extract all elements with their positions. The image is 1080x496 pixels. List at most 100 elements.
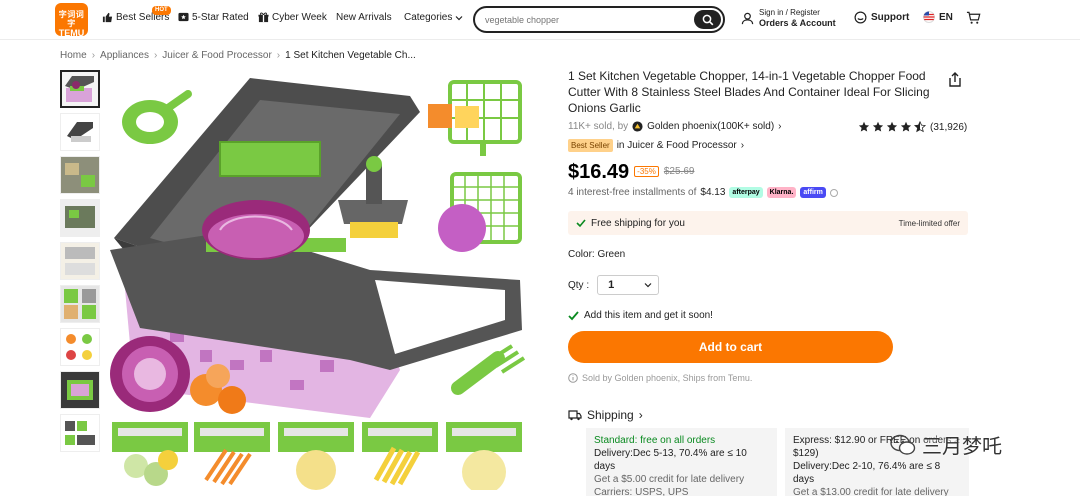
standard-delivery: Delivery:Dec 5-13, 70.4% are ≤ 10 days [594, 448, 747, 472]
best-seller-badge: Best Seller [568, 139, 613, 152]
breadcrumb-separator: › [276, 50, 281, 61]
support-smile-icon [854, 11, 867, 24]
price: $16.49 [568, 161, 630, 183]
sign-in-link[interactable]: Sign in / Register Orders & Account [741, 8, 836, 29]
sold-by-text: Sold by Golden phoenix, Ships from Temu. [582, 373, 753, 383]
chevron-right-icon: › [778, 121, 782, 132]
seller-link[interactable]: Golden phoenix(100K+ sold) [647, 121, 774, 132]
cart-button[interactable] [966, 11, 981, 28]
chevron-down-icon [455, 15, 463, 20]
price-row: $16.49 -35% $25.69 [568, 161, 694, 184]
shipping-header[interactable]: Shipping › [568, 408, 643, 422]
share-button[interactable] [947, 71, 963, 91]
thumbnail-1[interactable] [60, 70, 100, 108]
installments-text: 4 interest-free installments of [568, 187, 697, 198]
breadcrumb: Home › Appliances › Juicer & Food Proces… [60, 50, 416, 61]
breadcrumb-appliances[interactable]: Appliances [100, 50, 149, 61]
thumbs-up-icon [102, 12, 113, 23]
nav-five-star-label: 5-Star Rated [192, 12, 249, 23]
sign-in-label: Sign in / Register [759, 8, 820, 17]
product-title: 1 Set Kitchen Vegetable Chopper, 14-in-1… [568, 69, 930, 115]
quantity-value: 1 [608, 279, 615, 291]
affirm-badge: affirm [800, 187, 826, 198]
logo-text: TEMU [58, 28, 85, 38]
standard-title: Standard: free on all orders [594, 435, 716, 446]
language-label: EN [939, 11, 953, 23]
quantity-label: Qty : [568, 279, 590, 291]
gift-icon [258, 12, 269, 23]
quantity-row: Qty : 1 [568, 275, 660, 295]
sold-count: 11K+ sold, by [568, 121, 629, 132]
breadcrumb-home[interactable]: Home [60, 50, 87, 61]
info-icon[interactable] [829, 188, 838, 197]
language-selector[interactable]: EN [923, 11, 953, 23]
rating-stars-icon [858, 121, 927, 133]
us-flag-icon [923, 11, 935, 23]
nav-cyber-week[interactable]: Cyber Week [258, 12, 327, 23]
watermark: 三月梦吒 [890, 430, 1002, 459]
add-item-message: Add this item and get it soon! [568, 310, 713, 321]
klarna-badge: Klarna. [766, 187, 797, 198]
search-button[interactable] [694, 10, 721, 29]
thumbnail-5[interactable] [60, 242, 100, 280]
shopping-cart-icon [966, 11, 981, 24]
breadcrumb-juicer[interactable]: Juicer & Food Processor [162, 50, 272, 61]
best-seller-row[interactable]: Best Seller in Juicer & Food Processor › [568, 139, 744, 152]
breadcrumb-separator: › [153, 50, 158, 61]
standard-shipping-card[interactable]: Standard: free on all orders Delivery:De… [586, 428, 777, 496]
main-product-image[interactable] [110, 70, 528, 490]
chevron-right-icon: › [638, 408, 643, 422]
discount-badge: -35% [634, 166, 659, 177]
search-bar [473, 6, 725, 33]
star-rated-icon [178, 12, 189, 22]
quantity-select[interactable]: 1 [597, 275, 660, 295]
watermark-text: 三月梦吒 [922, 436, 1002, 458]
free-shipping-banner: Free shipping for you Time-limited offer [568, 211, 968, 235]
chevron-down-icon [644, 283, 652, 288]
add-item-text: Add this item and get it soon! [584, 310, 713, 321]
original-price: $25.69 [663, 166, 695, 177]
nav-five-star[interactable]: 5-Star Rated [178, 12, 249, 23]
hot-badge: HOT [152, 6, 171, 15]
thumbnail-8[interactable] [60, 371, 100, 409]
best-seller-category: in Juicer & Food Processor [616, 140, 737, 151]
truck-icon [568, 409, 582, 420]
thumbnail-6[interactable] [60, 285, 100, 323]
seller-logo-icon [632, 121, 643, 132]
check-icon [576, 219, 586, 228]
breadcrumb-separator: › [91, 50, 96, 61]
dicer-grid-attachment [438, 172, 522, 252]
sold-by-row: Sold by Golden phoenix, Ships from Temu. [568, 373, 752, 383]
thumbnail-strip [60, 70, 101, 457]
free-shipping-text: Free shipping for you [591, 217, 685, 229]
check-icon [568, 310, 579, 320]
orders-account-label: Orders & Account [759, 18, 836, 28]
temu-logo[interactable]: 字词词字 TEMU [55, 3, 88, 38]
rating-count: (31,926) [930, 121, 968, 133]
nav-categories[interactable]: Categories [404, 12, 463, 23]
thumbnail-3[interactable] [60, 156, 100, 194]
logo-mark: 字词词字 [58, 10, 85, 28]
nav-categories-label: Categories [404, 12, 453, 23]
installments-row: 4 interest-free installments of $4.13 af… [568, 187, 838, 198]
thumbnail-4[interactable] [60, 199, 100, 237]
thumbnail-2[interactable] [60, 113, 100, 151]
rating[interactable]: (31,926) [858, 121, 967, 133]
add-to-cart-button[interactable]: Add to cart [568, 331, 893, 363]
nav-new-arrivals-label: New Arrivals [336, 12, 392, 23]
thumbnail-9[interactable] [60, 414, 100, 452]
slicer-grid-attachment [428, 80, 522, 156]
green-separator [122, 90, 192, 144]
attachment-row [112, 422, 522, 490]
chevron-right-icon: › [740, 140, 745, 151]
support-link[interactable]: Support [854, 11, 909, 24]
wechat-icon [890, 434, 916, 455]
nav-new-arrivals[interactable]: New Arrivals [336, 12, 392, 23]
top-header: 字词词字 TEMU Best Sellers HOT 5-Star Rated … [0, 0, 1080, 40]
search-input[interactable] [485, 13, 685, 27]
express-delivery: Delivery:Dec 2-10, 76.4% are ≤ 8 days [793, 461, 941, 485]
thumbnail-7[interactable] [60, 328, 100, 366]
share-icon [949, 72, 961, 87]
info-icon [568, 373, 578, 383]
afterpay-badge: afterpay [729, 187, 763, 198]
